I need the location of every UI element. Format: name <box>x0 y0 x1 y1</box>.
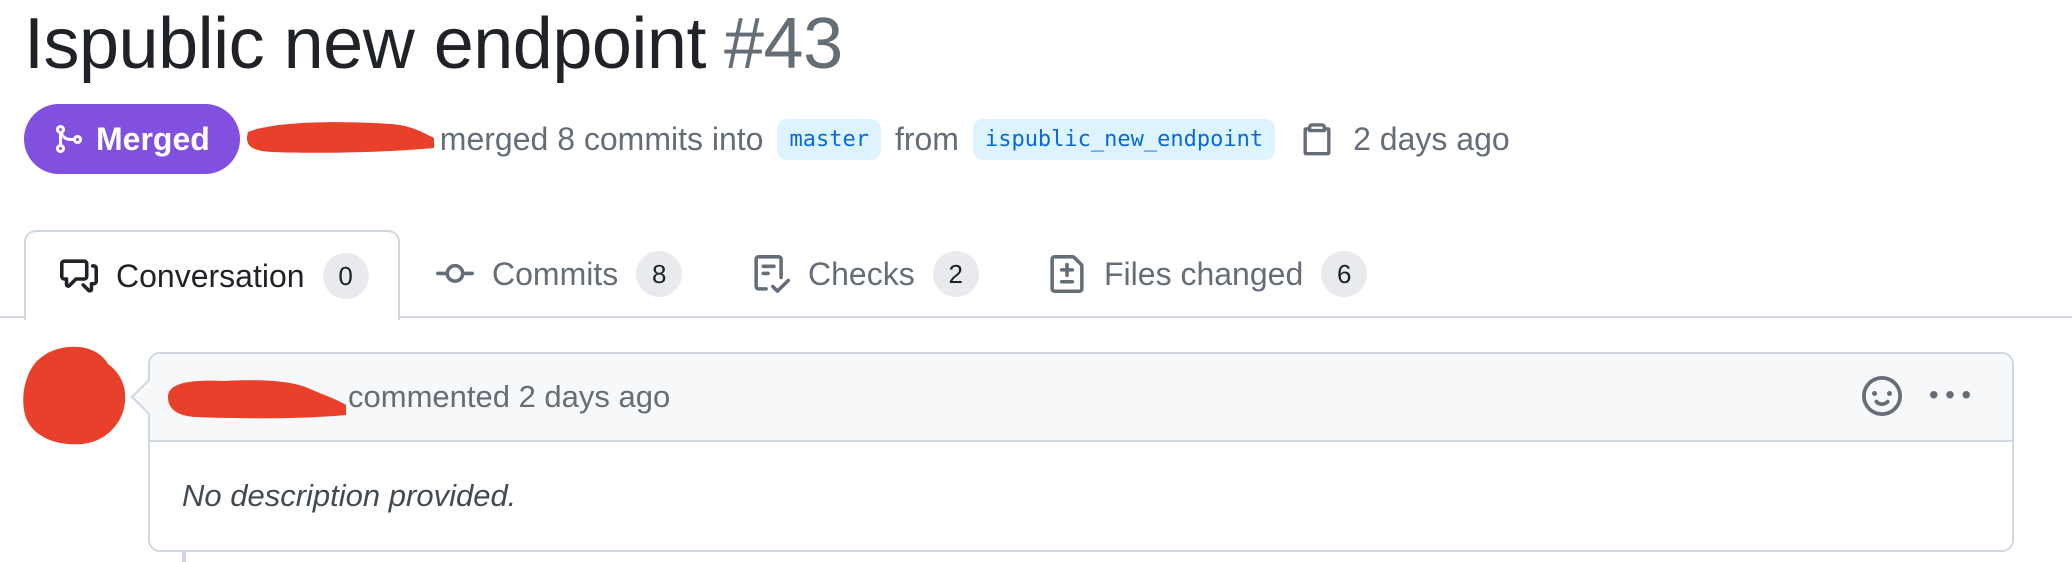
tab-counter: 2 <box>932 251 979 297</box>
tab-label: Conversation <box>116 257 305 294</box>
merge-description: merged 8 commits into <box>439 120 764 157</box>
tab-counter: 8 <box>636 251 683 297</box>
file-diff-icon <box>1050 255 1084 293</box>
tab-label: Commits <box>492 255 619 292</box>
head-branch[interactable]: ispublic_new_endpoint <box>972 118 1276 160</box>
timeline-line <box>182 552 186 562</box>
copy-icon[interactable] <box>1299 121 1335 157</box>
from-text: from <box>894 120 959 157</box>
checklist-icon <box>754 255 790 293</box>
tab-conversation[interactable]: Conversation 0 <box>24 230 400 320</box>
redacted-author <box>168 380 346 419</box>
merged-label: Merged <box>96 120 210 157</box>
git-commit-icon <box>436 263 474 283</box>
smiley-icon[interactable] <box>1862 376 1902 416</box>
tab-commits[interactable]: Commits 8 <box>436 230 683 318</box>
merge-time: 2 days ago <box>1353 120 1510 157</box>
pr-title: Ispublic new endpoint #43 <box>24 2 843 86</box>
comment-actions <box>1862 376 1970 416</box>
comment-card: commented 2 days ago No description prov… <box>130 352 2014 552</box>
tab-label: Files changed <box>1104 255 1304 292</box>
base-branch[interactable]: master <box>777 118 881 160</box>
tab-counter: 6 <box>1321 251 1368 297</box>
pr-meta: Merged merged 8 commits into master from… <box>24 104 1510 174</box>
pr-tabs: Conversation 0 Commits 8 Checks 2 Files … <box>0 230 2072 320</box>
comment-header-text: commented 2 days ago <box>348 379 671 414</box>
pr-title-text: Ispublic new endpoint <box>24 4 706 84</box>
kebab-horizontal-icon[interactable] <box>1930 376 1970 416</box>
comment-header: commented 2 days ago <box>150 354 2012 442</box>
merged-status-badge: Merged <box>24 104 240 174</box>
tab-counter: 0 <box>322 253 369 299</box>
tab-label: Checks <box>808 255 915 292</box>
tab-checks[interactable]: Checks 2 <box>752 230 979 318</box>
tab-files-changed[interactable]: Files changed 6 <box>1048 230 1368 318</box>
git-merge-icon <box>56 125 83 153</box>
redacted-username <box>246 122 434 153</box>
comment-discussion-icon <box>60 259 98 293</box>
pr-number: #43 <box>723 4 843 84</box>
comment-body: No description provided. <box>182 478 517 513</box>
avatar[interactable] <box>22 346 126 446</box>
